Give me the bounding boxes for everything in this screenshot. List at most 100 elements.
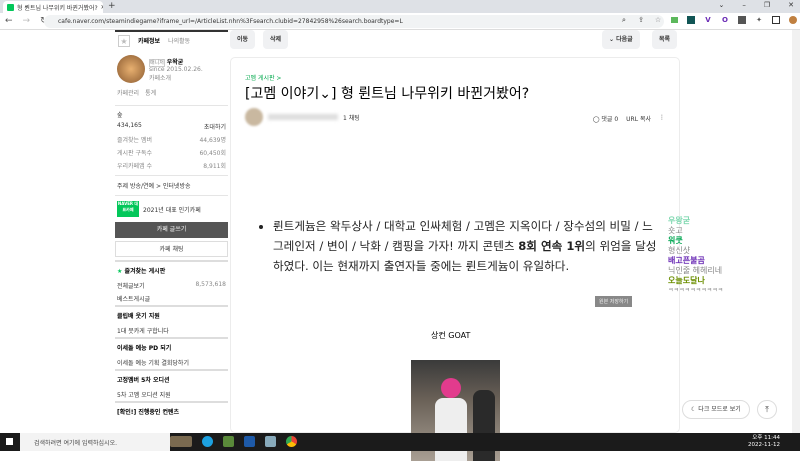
section-heading: 이세돌 예능 PD 되기 (115, 337, 228, 356)
back-icon[interactable]: ← (5, 16, 13, 26)
chat-name: 워쿳 (668, 236, 683, 245)
new-tab-button[interactable]: + (108, 1, 116, 11)
address-bar-row: ←→↻ cafe.naver.com/steamindiegame?iframe… (0, 13, 800, 30)
author-avatar[interactable] (245, 108, 263, 126)
url-input[interactable]: cafe.naver.com/steamindiegame?iframe_url… (44, 15, 664, 28)
taskbar-search-input[interactable]: 검색하려면 여기에 입력하십시오. (20, 433, 170, 451)
extension-o-icon[interactable]: O (721, 16, 729, 24)
maximize-button[interactable]: ❐ (764, 1, 770, 9)
author-info: 1 채팅 (245, 108, 360, 126)
board-best[interactable]: 베스트게시글 (117, 294, 150, 303)
extension-v-icon[interactable]: V (704, 16, 712, 24)
chat-message: 숏고 (668, 226, 683, 235)
section-heading[interactable]: [확인!] 진행중인 컨텐츠 (115, 401, 228, 420)
delete-button[interactable]: 삭제 (263, 30, 289, 49)
board-link[interactable]: 1대 뭇카게 구합니다 (117, 326, 169, 335)
naver-badge: NAVER 대표카페 (117, 201, 139, 217)
members-count: 434,165 (117, 122, 142, 129)
browser-tab[interactable]: 형 륀트님 나무위키 바뀐거봤어?✕ (3, 1, 103, 13)
save-original-button[interactable]: 원본 저장하기 (595, 296, 633, 307)
forward-icon[interactable]: → (23, 16, 31, 26)
cafe-sidebar: ★ 카페정보 나의활동 매니저 우왁굳 since 2015.02.26. 카페소개 … (115, 30, 228, 433)
board-link[interactable]: 이세돌 예능 기획 결회당하기 (117, 358, 189, 367)
chrome-icon[interactable] (286, 436, 297, 447)
tab-cafe-info[interactable]: 카페정보 (138, 36, 160, 45)
zoom-icon[interactable]: ⌕ (620, 16, 628, 24)
image-caption: 상컨 GOAT (431, 331, 471, 340)
section-heading: 고정멤버 5차 오디션 (115, 369, 228, 388)
author-level: 1 채팅 (343, 114, 360, 122)
board-all[interactable]: 전체글보기 (117, 281, 145, 290)
taskbar-search-placeholder: 검색하려면 여기에 입력하십시오. (34, 440, 118, 447)
profile-avatar[interactable] (789, 16, 797, 24)
fav-members-label: 즐겨찾는 멤버 (117, 137, 153, 144)
since-date: since 2015.02.26. (149, 65, 203, 73)
body-bold: 8회 연속 1위 (518, 239, 586, 253)
dark-mode-button[interactable]: ☾ 다크 모드로 보기 (682, 400, 750, 419)
fav-boards-heading[interactable]: 즐겨찾는 게시판 (124, 268, 165, 275)
eagle-icon[interactable] (170, 436, 192, 447)
board-sub-label: 게시판 구독수 (117, 150, 153, 157)
favorite-star-icon[interactable]: ★ (118, 34, 130, 47)
next-post-button[interactable]: ⌄ 다음글 (602, 30, 640, 49)
tab-search-button[interactable]: ⌄ (718, 1, 724, 9)
minimize-button[interactable]: – (742, 1, 746, 9)
list-button[interactable]: 목록 (652, 30, 678, 49)
bookmark-star-icon[interactable]: ☆ (654, 16, 662, 24)
move-button[interactable]: 이동 (230, 30, 256, 49)
more-icon[interactable]: ⋮ (659, 114, 665, 123)
article-body: 륀트게늄은 왁두상사 / 대학교 인싸체험 / 고멤은 지옥이다 / 장수섬의 … (259, 216, 659, 276)
cafe-manage-link[interactable]: 카페관리 (117, 88, 139, 97)
star-icon: ★ (117, 268, 123, 275)
extension-green-icon[interactable] (671, 17, 678, 23)
sidepanel-icon[interactable] (772, 16, 780, 24)
tab-my-activity[interactable]: 나의활동 (168, 36, 190, 45)
next-post-label: 다음글 (616, 36, 633, 43)
cafe-apps-count: 8,911회 (203, 163, 226, 170)
board-category-link[interactable]: 고멤 게시판 > (245, 73, 281, 82)
close-window-button[interactable]: ✕ (788, 1, 794, 9)
comments-button[interactable]: ◯ 댓글 0 (593, 114, 618, 123)
chat-overlay: 우왕굳 숏고 워쿳 형신샷 배고픈불곰 닉인줄 헤헤리네 오늘도달나 ㅋㅋㅋㅋㅋㅋㅋㅋㅋ… (668, 216, 723, 296)
cafe-topic[interactable]: 주제 방송/연예 > 인터넷방송 (115, 179, 228, 192)
scroll-top-button[interactable]: ⤒ (757, 400, 777, 419)
tab-bar: 형 륀트님 나무위키 바뀐거봤어?✕ + ⌄ – ❐ ✕ (0, 0, 800, 13)
cafe-apps-label: 우리카페앱 수 (117, 163, 153, 170)
chat-message: 형신샷 (668, 246, 691, 255)
share-icon[interactable]: ⇪ (637, 16, 645, 24)
app-icon[interactable] (244, 436, 255, 447)
minecraft-icon[interactable] (223, 436, 234, 447)
url-copy-button[interactable]: URL 복사 (626, 114, 651, 123)
invite-link[interactable]: 초대하기 (204, 122, 226, 131)
stats-link[interactable]: 통계 (145, 88, 156, 97)
start-icon[interactable] (6, 438, 13, 445)
chat-name: 배고픈불곰 (668, 256, 705, 265)
puzzle-icon[interactable]: ✦ (755, 16, 763, 24)
fav-members-count: 44,639명 (199, 137, 226, 144)
extension-gray-icon[interactable] (738, 16, 746, 24)
article-area: 이동 삭제 ⌄ 다음글 목록 고멤 게시판 > [고멤 이야기⌄] 형 륀트님 … (230, 30, 680, 461)
app-icon[interactable] (265, 436, 276, 447)
cafe-write-button[interactable]: 카페 글쓰기 (115, 222, 228, 238)
extension-teal-icon[interactable] (687, 16, 695, 24)
manager-name[interactable]: 우왁굳 (167, 59, 184, 66)
cafe-chat-button[interactable]: 카페 채팅 (115, 241, 228, 257)
cafe-logo (117, 55, 145, 83)
taskbar-time[interactable]: 오후 11:44 (748, 435, 780, 442)
chat-name: 우왕굳 (668, 216, 691, 225)
board-sub-count: 60,450회 (199, 150, 226, 157)
board-link[interactable]: 5차 고멤 오디션 지원 (117, 390, 171, 399)
scrollbar[interactable] (792, 30, 800, 433)
taskbar: 검색하려면 여기에 입력하십시오. 오후 11:44 2022-11-12 (0, 433, 800, 451)
chat-message: ㅋㅋㅋㅋㅋㅋㅋㅋㅋㅋ (668, 287, 724, 294)
edge-icon[interactable] (202, 436, 213, 447)
chat-name: 오늘도달나 (668, 276, 705, 285)
taskbar-date[interactable]: 2022-11-12 (748, 442, 780, 449)
board-all-count: 8,573,618 (195, 281, 226, 288)
author-name-blurred (268, 114, 338, 120)
award-text: 2021년 대표 인기카페 (143, 206, 201, 214)
cafe-intro-link[interactable]: 카페소개 (149, 73, 203, 82)
comments-label: 댓글 0 (601, 116, 619, 123)
close-tab-icon[interactable]: ✕ (101, 4, 103, 11)
chat-message: 닉인줄 헤헤리네 (668, 266, 723, 275)
